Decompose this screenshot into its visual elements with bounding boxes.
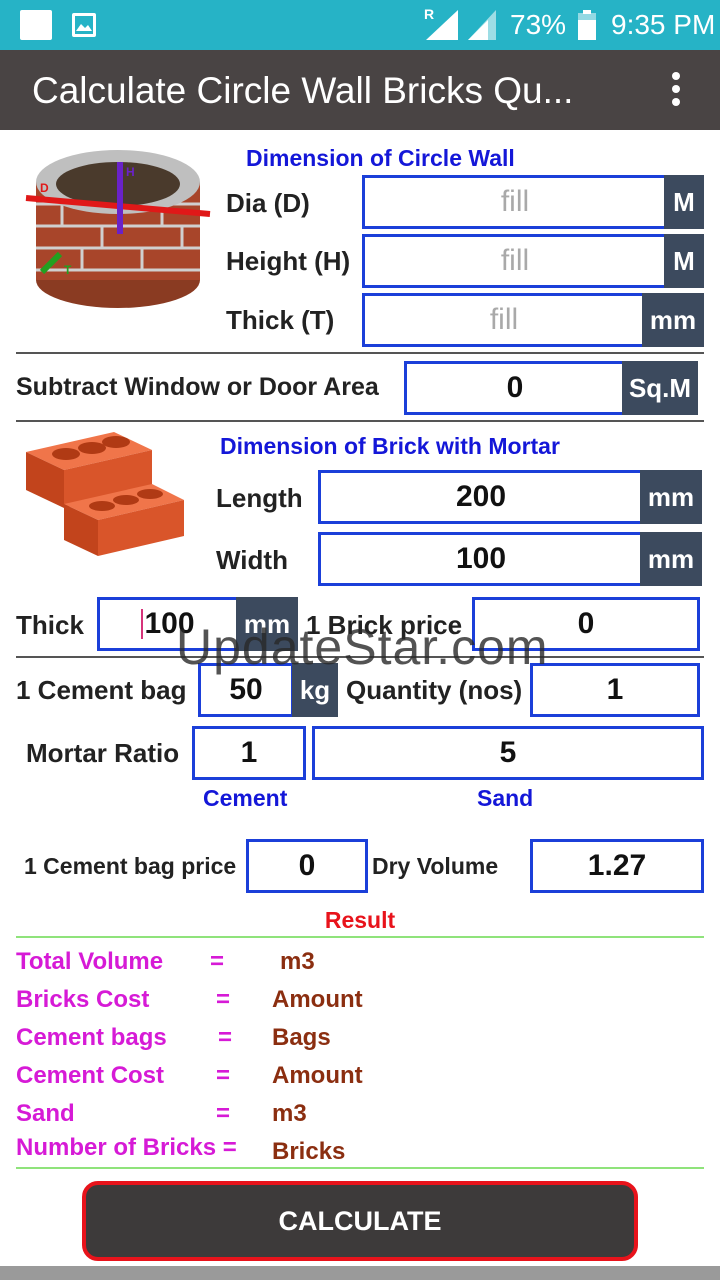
battery-icon bbox=[578, 10, 596, 40]
wall-mark-d: D bbox=[40, 181, 49, 195]
result-number-of-bricks-value: Bricks bbox=[272, 1138, 346, 1165]
brick-width-label: Width bbox=[216, 545, 288, 575]
result-total-volume-value: m3 bbox=[280, 948, 315, 975]
navigation-bar bbox=[0, 1266, 720, 1280]
result-bricks-cost-label: Bricks Cost bbox=[16, 986, 150, 1013]
dry-volume-label: Dry Volume bbox=[372, 853, 499, 879]
text-cursor bbox=[141, 609, 144, 639]
result-number-of-bricks-label: Number of Bricks = bbox=[16, 1134, 237, 1161]
result-equals: = bbox=[218, 1024, 233, 1051]
height-input[interactable]: fill bbox=[362, 234, 668, 288]
cement-bag-unit: kg bbox=[292, 663, 338, 717]
brick-thick-label: Thick bbox=[16, 610, 84, 640]
result-heading: Result bbox=[324, 907, 396, 933]
subtract-label: Subtract Window or Door Area bbox=[16, 373, 379, 401]
divider bbox=[16, 352, 704, 354]
brick-price-input[interactable]: 0 bbox=[472, 597, 700, 651]
result-cement-bags-value: Bags bbox=[272, 1024, 331, 1051]
mortar-sand-caption: Sand bbox=[477, 785, 534, 811]
cement-price-label: 1 Cement bag price bbox=[24, 853, 237, 879]
brick-length-unit: mm bbox=[640, 470, 702, 524]
wall-mark-t: T bbox=[64, 263, 72, 277]
brick-width-input[interactable]: 100 bbox=[318, 532, 644, 586]
result-cement-bags-label: Cement bags bbox=[16, 1024, 167, 1051]
subtract-area-unit: Sq.M bbox=[622, 361, 698, 415]
wall-thick-input[interactable]: fill bbox=[362, 293, 646, 347]
dry-volume-input[interactable]: 1.27 bbox=[530, 839, 704, 893]
brick-price-label: 1 Brick price bbox=[306, 610, 463, 640]
wall-thick-label: Thick (T) bbox=[226, 305, 335, 335]
result-bricks-cost-value: Amount bbox=[272, 986, 363, 1013]
notification-square-icon bbox=[20, 10, 52, 40]
brick-thick-unit: mm bbox=[236, 597, 298, 651]
height-label: Height (H) bbox=[226, 246, 351, 276]
result-cement-cost-value: Amount bbox=[272, 1062, 363, 1089]
result-equals: = bbox=[216, 1062, 231, 1089]
divider bbox=[16, 420, 704, 422]
app-bar: Calculate Circle Wall Bricks Qu... bbox=[0, 50, 720, 130]
signal-sim2-icon bbox=[468, 10, 496, 40]
result-total-volume-label: Total Volume bbox=[16, 948, 164, 975]
app-title: Calculate Circle Wall Bricks Qu... bbox=[32, 70, 574, 111]
dia-input[interactable]: fill bbox=[362, 175, 668, 229]
dia-unit: M bbox=[664, 175, 704, 229]
result-divider-top bbox=[16, 936, 704, 938]
result-equals: = bbox=[210, 948, 225, 975]
mortar-sand-input[interactable]: 5 bbox=[312, 726, 704, 780]
result-cement-cost-label: Cement Cost bbox=[16, 1062, 165, 1089]
overflow-menu-icon[interactable] bbox=[668, 72, 684, 110]
dia-label: Dia (D) bbox=[226, 188, 310, 218]
circle-wall-illustration-icon: D H T bbox=[25, 150, 211, 308]
battery-percent: 73% bbox=[510, 9, 567, 40]
quantity-label: Quantity (nos) bbox=[346, 675, 523, 705]
mortar-ratio-label: Mortar Ratio bbox=[26, 738, 180, 768]
signal-sim1-icon bbox=[426, 10, 458, 40]
gallery-notification-icon bbox=[72, 13, 96, 37]
result-sand-value: m3 bbox=[272, 1100, 307, 1127]
result-sand-label: Sand bbox=[16, 1100, 75, 1127]
brick-length-label: Length bbox=[216, 483, 303, 513]
subtract-area-input[interactable]: 0 bbox=[404, 361, 626, 415]
clock: 9:35 PM bbox=[611, 9, 716, 40]
cement-price-input[interactable]: 0 bbox=[246, 839, 368, 893]
wall-thick-unit: mm bbox=[642, 293, 704, 347]
height-unit: M bbox=[664, 234, 704, 288]
wall-mark-h: H bbox=[126, 165, 135, 179]
brick-heading: Dimension of Brick with Mortar bbox=[220, 433, 560, 459]
brick-width-unit: mm bbox=[640, 532, 702, 586]
bricks-illustration-icon bbox=[26, 432, 184, 556]
result-equals: = bbox=[216, 1100, 231, 1127]
result-divider-bottom bbox=[16, 1167, 704, 1169]
quantity-input[interactable]: 1 bbox=[530, 663, 700, 717]
calculate-button[interactable]: CALCULATE bbox=[82, 1181, 638, 1261]
circle-wall-heading: Dimension of Circle Wall bbox=[246, 145, 515, 171]
mortar-cement-caption: Cement bbox=[203, 785, 288, 811]
mortar-cement-input[interactable]: 1 bbox=[192, 726, 306, 780]
brick-thick-value: 100 bbox=[144, 607, 195, 640]
brick-thick-input[interactable]: 100 bbox=[97, 597, 239, 651]
cement-bag-input[interactable]: 50 bbox=[198, 663, 294, 717]
divider bbox=[16, 656, 704, 658]
result-equals: = bbox=[216, 986, 231, 1013]
status-bar: R 73% 9:35 PM bbox=[0, 0, 720, 50]
cement-bag-label: 1 Cement bag bbox=[16, 675, 187, 705]
brick-length-input[interactable]: 200 bbox=[318, 470, 644, 524]
